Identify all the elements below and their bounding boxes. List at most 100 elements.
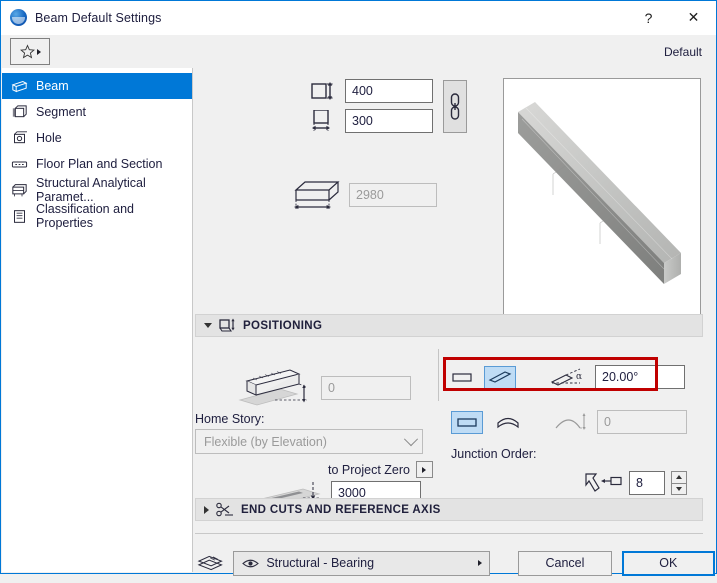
settings-content: 400 300 bbox=[193, 68, 715, 572]
positioning-panel: POSITIONING bbox=[193, 314, 715, 494]
rotation-row: α 20.00° bbox=[451, 365, 685, 389]
caret-right-icon bbox=[478, 560, 482, 566]
sidebar-item-label: Beam bbox=[36, 79, 69, 93]
end-cuts-section-title: END CUTS AND REFERENCE AXIS bbox=[241, 504, 441, 516]
junction-order-label: Junction Order: bbox=[451, 447, 536, 461]
beam-3d-preview[interactable] bbox=[503, 78, 701, 317]
arc-radius-icon bbox=[554, 412, 588, 432]
beam-height-icon bbox=[311, 81, 337, 101]
positioning-body: 0 Home Story: Flexible (by Elevation) to… bbox=[193, 337, 715, 492]
beam-length-row: 2980 bbox=[293, 178, 437, 212]
svg-text:α: α bbox=[576, 372, 582, 382]
sidebar-item-label: Hole bbox=[36, 131, 62, 145]
default-label: Default bbox=[664, 45, 704, 59]
chevron-down-icon bbox=[404, 432, 418, 446]
structural-analytical-icon bbox=[11, 183, 28, 198]
sidebar-item-label: Structural Analytical Paramet... bbox=[36, 176, 192, 204]
chain-link-icon bbox=[448, 92, 462, 122]
stepper-down-button[interactable] bbox=[671, 483, 687, 496]
beam-elevation-input: 0 bbox=[321, 376, 411, 400]
hole-icon bbox=[11, 131, 28, 146]
positioning-section-header[interactable]: POSITIONING bbox=[195, 314, 703, 337]
beam-flat-icon bbox=[452, 371, 474, 383]
curved-beam-toggle[interactable] bbox=[492, 411, 524, 434]
straight-beam-icon bbox=[456, 416, 478, 428]
sidebar: Beam Segment Hole bbox=[2, 68, 193, 572]
end-cuts-section-header[interactable]: END CUTS AND REFERENCE AXIS bbox=[195, 498, 703, 521]
straight-beam-toggle[interactable] bbox=[451, 411, 483, 434]
beam-width-input[interactable]: 300 bbox=[345, 109, 433, 133]
layer-value: Structural - Bearing bbox=[266, 556, 374, 570]
chevron-down-icon bbox=[204, 323, 212, 328]
classification-properties-icon bbox=[11, 209, 28, 224]
sidebar-item-floor-plan-and-section[interactable]: Floor Plan and Section bbox=[2, 151, 192, 177]
beam-flat-toggle[interactable] bbox=[451, 366, 475, 389]
title-bar: Beam Default Settings ? ✕ bbox=[1, 1, 716, 35]
to-project-zero-label: to Project Zero bbox=[328, 463, 410, 477]
home-story-dropdown[interactable]: Flexible (by Elevation) bbox=[195, 429, 423, 454]
positioning-icon bbox=[219, 318, 236, 333]
to-project-zero-row: to Project Zero bbox=[328, 461, 433, 478]
home-story-value: Flexible (by Elevation) bbox=[204, 435, 327, 449]
junction-order-input[interactable]: 8 bbox=[629, 471, 665, 495]
beam-height-row: 400 bbox=[311, 79, 433, 103]
layer-dropdown[interactable]: Structural - Bearing bbox=[233, 551, 490, 576]
beam-elevation-icon bbox=[235, 367, 313, 409]
dialog-footer: Structural - Bearing Cancel OK bbox=[193, 543, 715, 583]
beam-width-row: 300 bbox=[311, 109, 433, 133]
beam-elevation-row: 0 bbox=[235, 367, 411, 409]
sidebar-item-beam[interactable]: Beam bbox=[2, 73, 192, 99]
sidebar-item-label: Floor Plan and Section bbox=[36, 157, 162, 171]
arc-radius-input: 0 bbox=[597, 410, 687, 434]
chevron-right-icon bbox=[204, 506, 209, 514]
footer-divider bbox=[195, 533, 703, 534]
cancel-button[interactable]: Cancel bbox=[518, 551, 611, 576]
junction-order-stepper[interactable] bbox=[671, 471, 687, 495]
caret-right-icon bbox=[37, 49, 41, 55]
dialog-body: Beam Segment Hole bbox=[2, 68, 715, 572]
sidebar-item-classification-and-properties[interactable]: Classification and Properties bbox=[2, 203, 192, 229]
beam-width-icon bbox=[311, 110, 337, 132]
beam-length-input: 2980 bbox=[349, 183, 437, 207]
sidebar-item-segment[interactable]: Segment bbox=[2, 99, 192, 125]
archicad-logo-icon bbox=[10, 9, 27, 26]
junction-order-row: 8 bbox=[583, 470, 687, 496]
project-zero-options-button[interactable] bbox=[416, 461, 433, 478]
sidebar-item-label: Segment bbox=[36, 105, 86, 119]
positioning-section-title: POSITIONING bbox=[243, 320, 322, 332]
favorites-button[interactable] bbox=[10, 38, 50, 65]
segment-icon bbox=[11, 105, 28, 120]
ok-button[interactable]: OK bbox=[622, 551, 715, 576]
eye-icon bbox=[242, 558, 259, 569]
caret-down-icon bbox=[676, 487, 682, 491]
beam-angle-icon: α bbox=[550, 366, 586, 388]
junction-order-icon bbox=[583, 470, 623, 496]
beam-default-settings-dialog: Beam Default Settings ? ✕ Default Beam bbox=[0, 0, 717, 574]
beam-length-icon bbox=[293, 178, 341, 212]
beam-icon bbox=[11, 79, 28, 94]
caret-up-icon bbox=[676, 475, 682, 479]
beam-shape-row: 0 bbox=[451, 410, 687, 434]
beam-rotated-icon bbox=[488, 369, 512, 385]
beam-angle-input[interactable]: 20.00° bbox=[595, 365, 685, 389]
favorites-toolbar: Default bbox=[1, 35, 716, 68]
sidebar-item-hole[interactable]: Hole bbox=[2, 125, 192, 151]
positioning-divider bbox=[438, 349, 439, 401]
scissors-icon bbox=[216, 502, 234, 517]
help-button[interactable]: ? bbox=[626, 2, 671, 34]
close-button[interactable]: ✕ bbox=[671, 2, 716, 34]
sidebar-item-label: Classification and Properties bbox=[36, 202, 192, 230]
end-cuts-panel: END CUTS AND REFERENCE AXIS bbox=[193, 498, 715, 521]
beam-rotated-toggle[interactable] bbox=[484, 366, 516, 389]
layers-stack-icon bbox=[197, 552, 223, 574]
beam-height-input[interactable]: 400 bbox=[345, 79, 433, 103]
link-dimensions-button[interactable] bbox=[443, 80, 467, 133]
floor-plan-section-icon bbox=[11, 157, 28, 172]
home-story-label: Home Story: bbox=[195, 412, 264, 426]
window-title: Beam Default Settings bbox=[35, 11, 161, 25]
star-icon bbox=[20, 44, 35, 59]
curved-beam-icon bbox=[496, 414, 520, 430]
sidebar-item-structural-analytical-parameters[interactable]: Structural Analytical Paramet... bbox=[2, 177, 192, 203]
stepper-up-button[interactable] bbox=[671, 471, 687, 483]
geometry-panel: 400 300 bbox=[193, 68, 715, 314]
